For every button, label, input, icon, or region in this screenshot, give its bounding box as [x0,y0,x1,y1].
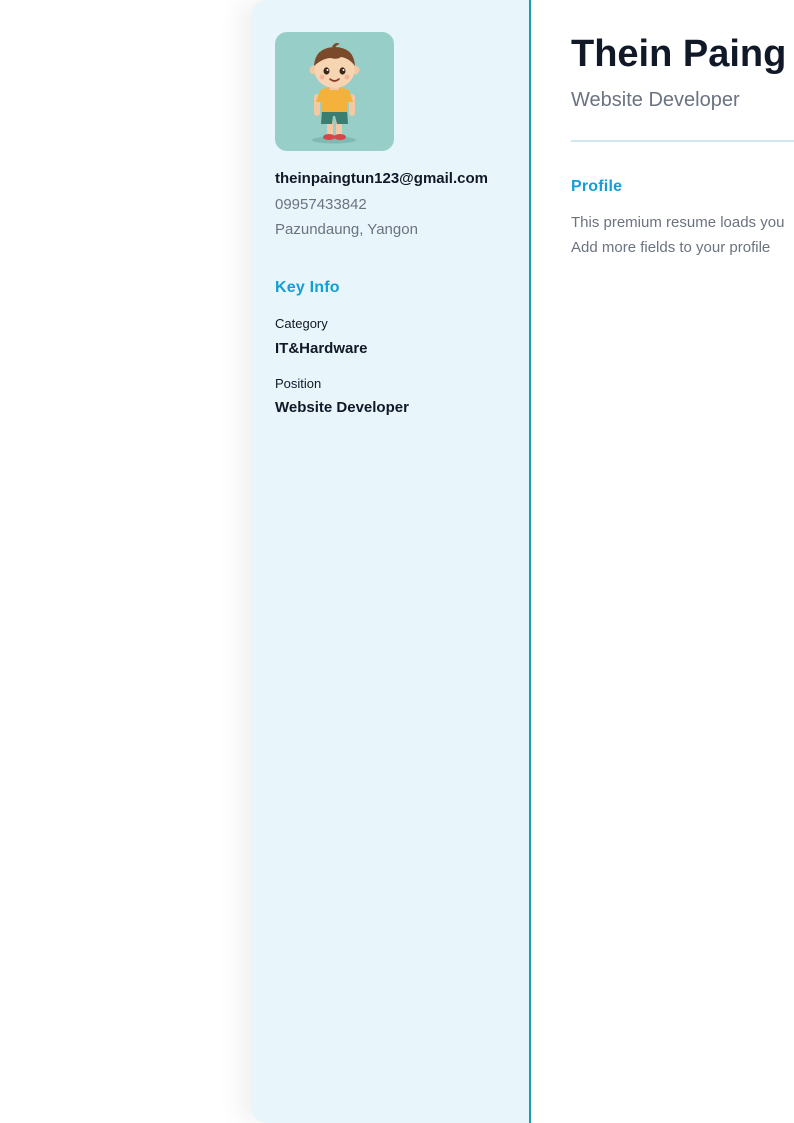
header-divider [571,140,794,142]
job-title: Website Developer [571,89,740,111]
avatar [275,32,394,151]
category-value: IT&Hardware [275,340,368,357]
position-value: Website Developer [275,399,409,416]
profile-heading: Profile [571,178,623,195]
cartoon-boy-avatar-icon [309,43,360,144]
position-label: Position [275,376,322,391]
resume-main: Thein Paing Website Developer Profile Th… [571,0,794,1123]
category-label: Category [275,316,328,331]
profile-text-line: Add more fields to your profile [571,239,771,256]
candidate-name: Thein Paing [571,33,787,75]
profile-text-line: This premium resume loads you [571,214,785,231]
phone-number: 09957433842 [275,196,367,213]
resume-sidebar: theinpaingtun123@gmail.com 09957433842 P… [251,0,531,1123]
key-info-heading: Key Info [275,279,340,296]
resume-page: theinpaingtun123@gmail.com 09957433842 P… [0,0,794,1123]
location: Pazundaung, Yangon [275,221,418,238]
email-address: theinpaingtun123@gmail.com [275,170,488,187]
